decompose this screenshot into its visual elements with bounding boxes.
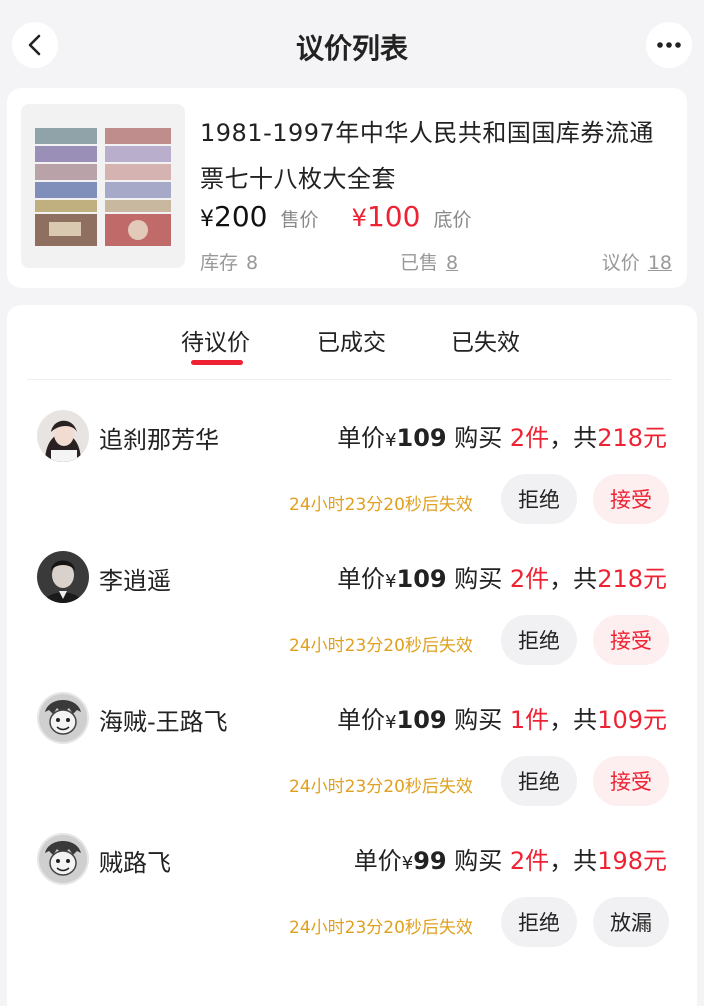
avatar[interactable] [37, 833, 89, 885]
reject-button[interactable]: 拒绝 [501, 756, 577, 806]
divider [27, 379, 671, 380]
accept-button[interactable]: 接受 [593, 756, 669, 806]
sale-price: ¥200 [200, 200, 268, 233]
more-button[interactable] [646, 22, 692, 68]
page-title: 议价列表 [295, 32, 408, 65]
sale-price-label: 售价 [280, 209, 319, 231]
stats-row: 库存 8 已售 8 议价 18 [200, 248, 672, 274]
header: 议价列表 [0, 0, 704, 92]
tab-completed[interactable]: 已成交 [317, 323, 386, 357]
product-card[interactable]: 1981-1997年中华人民共和国国库券流通 票七十八枚大全套 ¥200 售价 … [7, 88, 687, 288]
avatar[interactable] [37, 551, 89, 603]
buyer-name: 追刹那芳华 [99, 426, 219, 454]
avatar[interactable] [37, 410, 89, 462]
accept-button[interactable]: 接受 [593, 615, 669, 665]
offers-stat[interactable]: 议价 18 [602, 248, 672, 275]
offer-row: 李逍遥 单价¥109 购买 2件，共218元 24小时23分20秒后失效 拒绝 … [7, 551, 697, 691]
page: 议价列表 1981-1997年中华人民共和国国库券流通 票七十八枚大全套 ¥20… [0, 0, 704, 1006]
product-title-line2: 票七十八枚大全套 [200, 165, 396, 193]
price-row: ¥200 售价 ¥100 底价 [200, 200, 472, 236]
sold-stat[interactable]: 已售 8 [400, 248, 458, 275]
reject-button[interactable]: 拒绝 [501, 474, 577, 524]
countdown-text: 24小时23分20秒后失效 [289, 918, 473, 938]
offer-summary: 单价¥109 购买 1件，共109元 [337, 706, 667, 734]
offer-row: 海贼-王路飞 单价¥109 购买 1件，共109元 24小时23分20秒后失效 … [7, 692, 697, 832]
product-title-line1: 1981-1997年中华人民共和国国库券流通 [200, 119, 654, 147]
offer-summary: 单价¥109 购买 2件，共218元 [337, 565, 667, 593]
product-thumbnail [21, 104, 185, 268]
stock-stat: 库存 8 [200, 252, 259, 274]
pass-button[interactable]: 放漏 [593, 897, 669, 947]
offer-row: 贼路飞 单价¥99 购买 2件，共198元 24小时23分20秒后失效 拒绝 放… [7, 833, 697, 973]
countdown-text: 24小时23分20秒后失效 [289, 636, 473, 656]
reject-button[interactable]: 拒绝 [501, 615, 577, 665]
offers-panel: 待议价 已成交 已失效 追刹那芳华 单价¥109 购买 2件，共218元 24小… [7, 305, 697, 1006]
countdown-text: 24小时23分20秒后失效 [289, 495, 473, 515]
offer-summary: 单价¥109 购买 2件，共218元 [337, 424, 667, 452]
reject-button[interactable]: 拒绝 [501, 897, 577, 947]
buyer-name: 李逍遥 [99, 567, 171, 595]
buyer-name: 海贼-王路飞 [99, 708, 228, 736]
countdown-text: 24小时23分20秒后失效 [289, 777, 473, 797]
offer-summary: 单价¥99 购买 2件，共198元 [353, 847, 667, 875]
avatar[interactable] [37, 692, 89, 744]
floor-price: ¥100 [351, 200, 421, 233]
offer-row: 追刹那芳华 单价¥109 购买 2件，共218元 24小时23分20秒后失效 拒… [7, 410, 697, 550]
tab-expired[interactable]: 已失效 [451, 323, 520, 357]
accept-button[interactable]: 接受 [593, 474, 669, 524]
floor-price-label: 底价 [433, 209, 472, 231]
more-dots-icon [657, 42, 681, 48]
active-tab-indicator [191, 360, 243, 365]
product-title: 1981-1997年中华人民共和国国库券流通 票七十八枚大全套 [200, 110, 680, 202]
tab-bar: 待议价 已成交 已失效 [7, 305, 697, 381]
tab-pending[interactable]: 待议价 [181, 323, 250, 357]
buyer-name: 贼路飞 [99, 849, 171, 877]
